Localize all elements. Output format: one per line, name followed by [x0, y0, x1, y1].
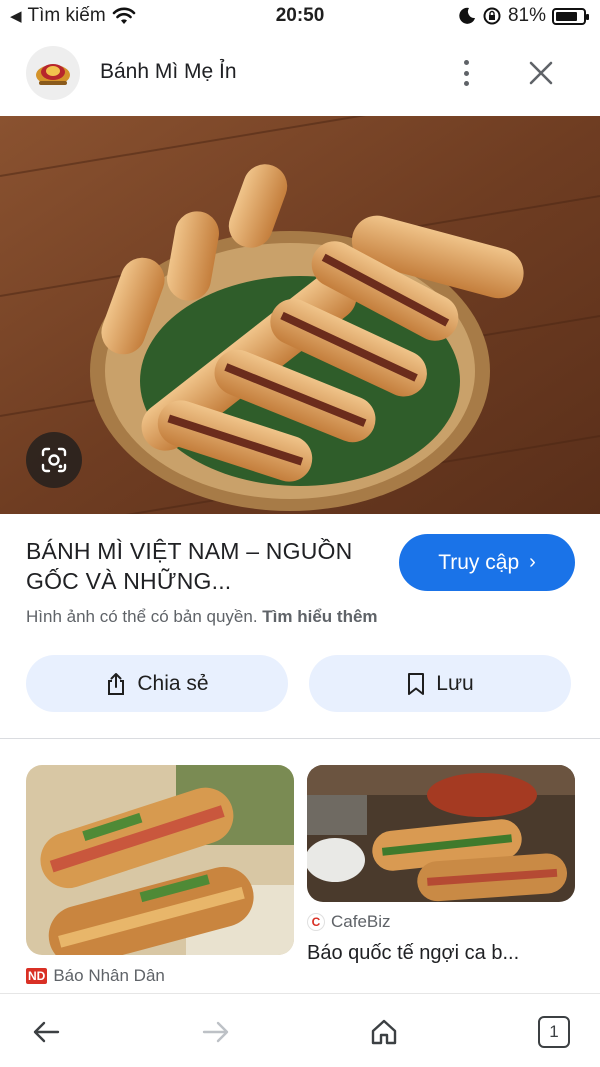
copyright-text: Hình ảnh có thể có bản quyền. [26, 607, 258, 626]
rotation-lock-icon [483, 7, 501, 25]
more-vert-icon[interactable] [452, 56, 480, 90]
related-photo-2 [307, 765, 575, 902]
visit-label: Truy cập [438, 550, 520, 574]
battery-icon [552, 7, 589, 25]
save-button[interactable]: Lưu [309, 655, 571, 712]
source-logo-1: ND [26, 968, 48, 984]
result-title[interactable]: BÁNH MÌ VIỆT NAM – NGUỒN GỐC VÀ NHỮNG... [26, 536, 386, 596]
source-name-2: CafeBiz [331, 912, 391, 931]
forward-arrow-icon[interactable] [196, 1012, 236, 1052]
share-label: Chia sẻ [137, 671, 209, 695]
back-arrow-icon[interactable] [26, 1012, 66, 1052]
bookmark-icon [408, 672, 425, 695]
battery-percent: 81% [507, 5, 546, 26]
copyright-notice: Hình ảnh có thể có bản quyền. Tìm hiểu t… [26, 607, 378, 627]
tabs-icon[interactable]: 1 [534, 1012, 574, 1052]
visit-button[interactable]: Truy cập › [399, 534, 575, 591]
share-icon [108, 672, 125, 695]
banh-mi-photo [0, 116, 600, 514]
bottom-nav: 1 [0, 993, 600, 1067]
tab-count: 1 [538, 1016, 570, 1048]
site-header: Bánh Mì Mẹ Ỉn [0, 34, 600, 114]
battery-level [556, 11, 577, 21]
source-logo-2: C [307, 913, 325, 931]
save-label: Lưu [436, 671, 474, 695]
logo-graphic [36, 64, 70, 85]
related-source-2[interactable]: C CafeBiz [307, 912, 391, 932]
lens-icon[interactable] [26, 432, 82, 488]
section-divider [0, 738, 600, 739]
related-image-2[interactable] [307, 765, 575, 902]
related-source-1[interactable]: ND Báo Nhân Dân [26, 966, 165, 986]
close-icon[interactable] [524, 56, 558, 90]
moon-icon [459, 7, 475, 24]
site-logo[interactable] [26, 46, 80, 100]
chevron-right-icon: › [529, 551, 536, 573]
hero-image[interactable] [0, 116, 600, 514]
site-title[interactable]: Bánh Mì Mẹ Ỉn [100, 60, 237, 84]
home-icon[interactable] [364, 1012, 404, 1052]
learn-more-link[interactable]: Tìm hiểu thêm [262, 607, 377, 626]
related-title-2[interactable]: Báo quốc tế ngợi ca b... [307, 942, 519, 965]
source-name-1: Báo Nhân Dân [53, 966, 165, 985]
related-photo-1 [26, 765, 294, 955]
status-bar: ◀ Tìm kiếm 20:50 81% [0, 0, 600, 34]
related-image-1[interactable] [26, 765, 294, 955]
status-right: 81% [458, 5, 589, 27]
share-button[interactable]: Chia sẻ [26, 655, 288, 712]
